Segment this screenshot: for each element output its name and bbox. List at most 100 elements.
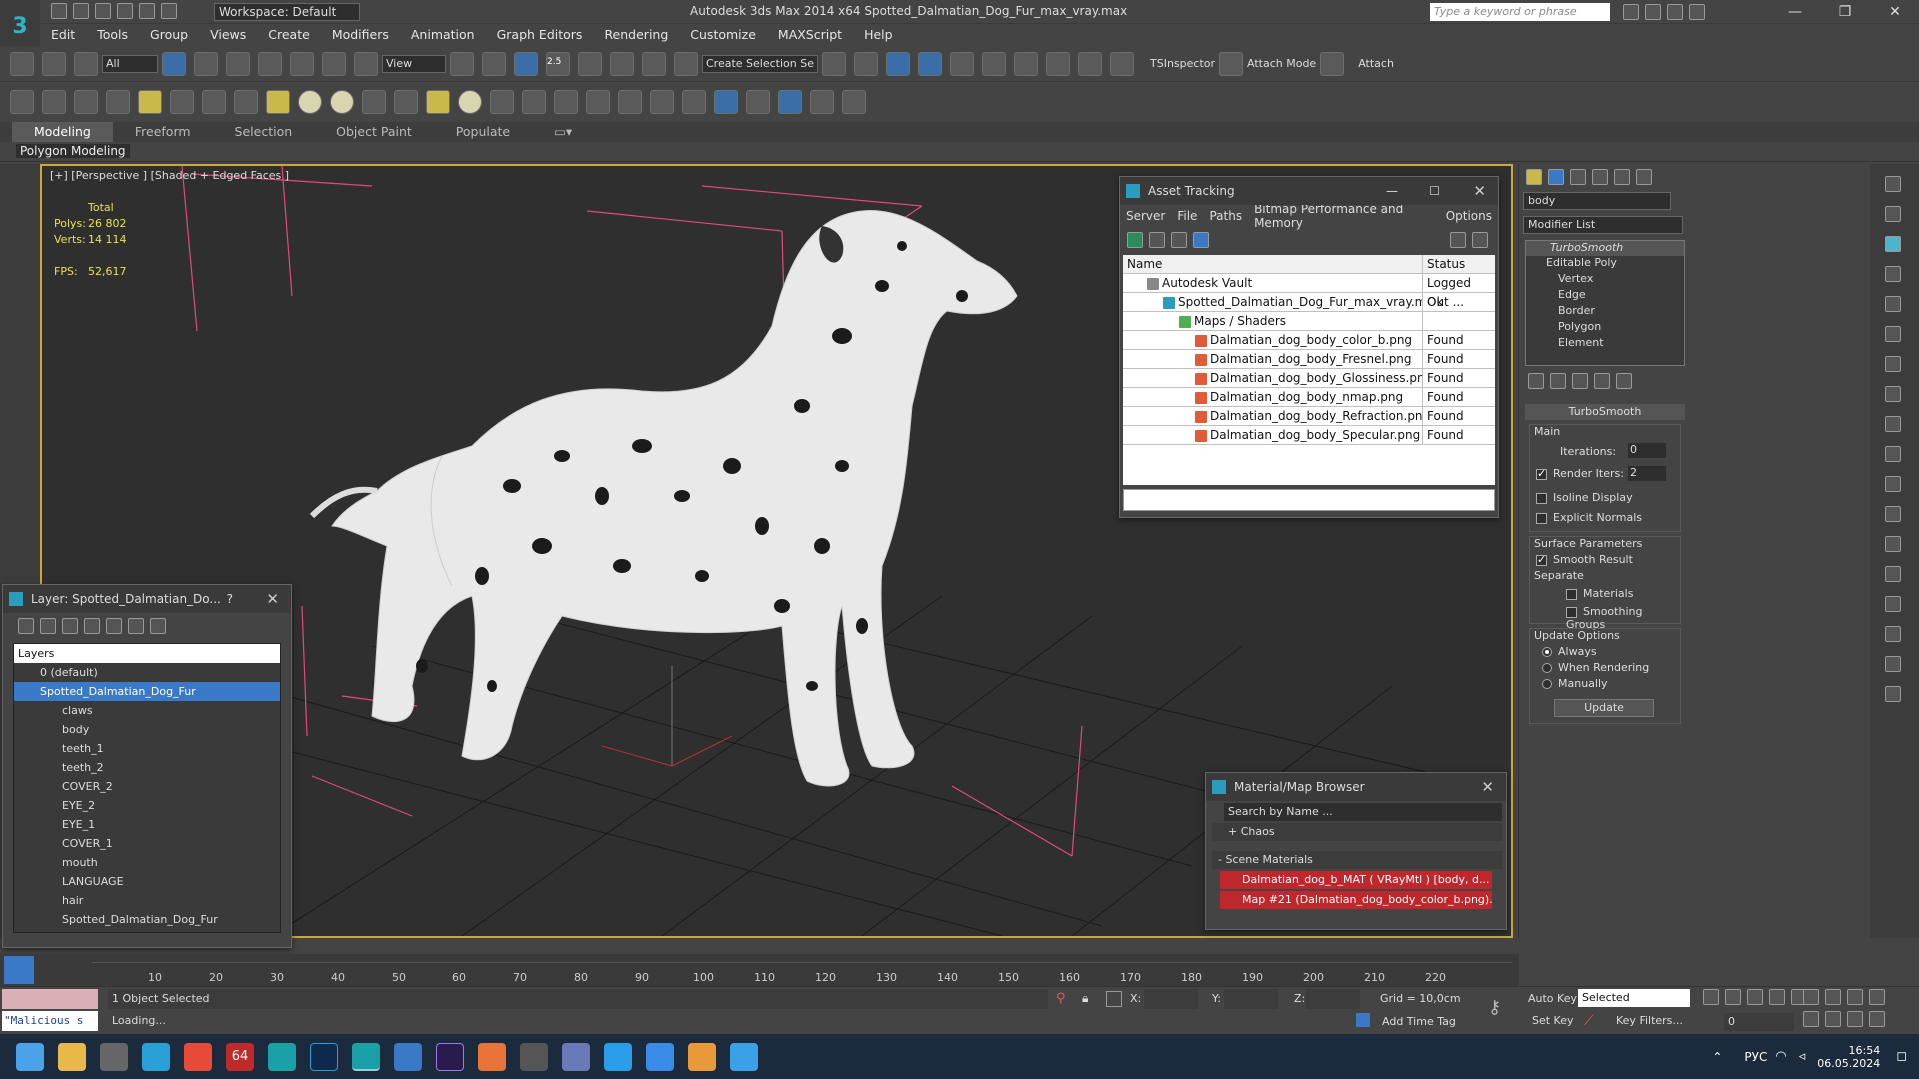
fov-icon[interactable]: [1803, 1011, 1819, 1027]
render-production-icon[interactable]: [1110, 51, 1134, 76]
menu-maxscript[interactable]: MAXScript: [767, 24, 853, 46]
photoshop-icon[interactable]: [310, 1042, 338, 1071]
tab-object-paint[interactable]: Object Paint: [314, 122, 434, 142]
app-64-icon[interactable]: 64: [226, 1042, 254, 1071]
sun-settings-icon[interactable]: [170, 90, 194, 114]
prev-frame-icon[interactable]: [1725, 989, 1741, 1005]
zoom-extents-all-icon[interactable]: [1869, 989, 1885, 1005]
undo-icon[interactable]: [117, 3, 133, 19]
y-coord-field[interactable]: [1224, 989, 1278, 1009]
hierarchy-tab-icon[interactable]: [1570, 169, 1586, 185]
asset-maximize-icon[interactable]: ☐: [1429, 177, 1440, 205]
3dsmax-icon[interactable]: [268, 1042, 296, 1071]
attach-mode-icon[interactable]: [1219, 51, 1244, 76]
asset-settings-icon[interactable]: [1472, 232, 1488, 248]
menu-graph-editors[interactable]: Graph Editors: [486, 24, 594, 46]
close-button[interactable]: ✕: [1875, 2, 1915, 22]
list-item[interactable]: teeth_2: [14, 758, 280, 777]
material-editor-icon[interactable]: [1014, 51, 1038, 76]
project-folder-icon[interactable]: [161, 3, 177, 19]
named-selection-dropdown[interactable]: Create Selection Se: [702, 54, 818, 73]
windows-start-icon[interactable]: [16, 1042, 44, 1071]
asset-menu-paths[interactable]: Paths: [1203, 209, 1248, 223]
camera-app-icon[interactable]: [730, 1042, 758, 1071]
ribbon-toggle-icon[interactable]: [918, 51, 942, 76]
zoom-extents-icon[interactable]: [1847, 989, 1863, 1005]
list-item[interactable]: Spotted_Dalmatian_Dog_Fur: [14, 682, 280, 701]
material-item[interactable]: Dalmatian_dog_b_MAT ( VRayMtl ) [body, d…: [1220, 871, 1492, 889]
show-end-result-icon[interactable]: [1550, 373, 1566, 389]
make-unique-icon[interactable]: [1572, 373, 1588, 389]
key-filters-button[interactable]: Key Filters...: [1616, 1014, 1683, 1027]
col-name[interactable]: Name: [1123, 255, 1423, 273]
select-layer-icon[interactable]: [84, 618, 100, 634]
list-item[interactable]: LANGUAGE: [14, 872, 280, 891]
grammarly-icon[interactable]: [478, 1042, 506, 1071]
maxscript-listener[interactable]: "Malicious s: [2, 1011, 98, 1031]
materials-checkbox[interactable]: [1566, 588, 1577, 600]
map-item[interactable]: Map #21 (Dalmatian_dog_body_color_b.png)…: [1220, 891, 1492, 909]
rotate-icon[interactable]: [322, 51, 346, 76]
key-icon[interactable]: [1645, 4, 1661, 20]
search-app-icon[interactable]: [520, 1042, 548, 1071]
sphere-geo-icon[interactable]: [586, 90, 610, 114]
list-item[interactable]: 0 (default): [14, 663, 280, 682]
snap-toggle-icon[interactable]: 2.5: [546, 51, 570, 76]
menu-group[interactable]: Group: [139, 24, 199, 46]
menu-customize[interactable]: Customize: [679, 24, 767, 46]
panel-icon[interactable]: [1885, 536, 1901, 552]
layer-explorer-icon[interactable]: [886, 51, 910, 76]
fur-icon[interactable]: [490, 90, 514, 114]
select-manipulate-icon[interactable]: [482, 51, 506, 76]
zoom-all-icon[interactable]: [1825, 989, 1841, 1005]
chrome-icon[interactable]: [184, 1042, 212, 1071]
table-row[interactable]: Dalmatian_dog_body_Fresnel.png Found: [1123, 350, 1495, 369]
camera-icon[interactable]: [1885, 176, 1901, 192]
wifi-icon[interactable]: ◠: [1775, 1049, 1786, 1064]
play-icon[interactable]: [1885, 566, 1901, 582]
modifier-list-dropdown[interactable]: Modifier List: [1523, 216, 1683, 234]
scene-converter-icon[interactable]: [746, 90, 770, 114]
turbosmooth-rollout-header[interactable]: TurboSmooth: [1525, 404, 1685, 420]
bulb-outline-icon[interactable]: [1885, 506, 1901, 522]
fx-icon[interactable]: [1885, 206, 1901, 222]
notification-icon[interactable]: ◻: [1896, 1049, 1907, 1064]
3dsmax-active-icon[interactable]: [352, 1042, 380, 1071]
new-layer-icon[interactable]: [18, 618, 34, 634]
workspace-dropdown[interactable]: Workspace: Default: [214, 3, 360, 21]
new-file-icon[interactable]: [51, 3, 67, 19]
layer-close-icon[interactable]: ✕: [266, 585, 279, 613]
redo-icon[interactable]: [139, 3, 155, 19]
schematic-view-icon[interactable]: [982, 51, 1006, 76]
notepad-icon[interactable]: [394, 1042, 422, 1071]
configure-sets-icon[interactable]: [1616, 373, 1632, 389]
plane-geo-icon[interactable]: [554, 90, 578, 114]
asset-menu-file[interactable]: File: [1171, 209, 1203, 223]
asset-minimize-icon[interactable]: —: [1386, 177, 1398, 205]
search-input[interactable]: Type a keyword or phrase: [1430, 3, 1610, 21]
material-search-input[interactable]: Search by Name ...: [1224, 803, 1502, 821]
timeline-track[interactable]: 10 20 30 40 50 60 70 80 90 100 110 120 1…: [92, 962, 1512, 984]
link-icon[interactable]: [10, 51, 34, 76]
curve-editor-icon[interactable]: [950, 51, 974, 76]
iterations-spinner[interactable]: 0: [1628, 443, 1666, 458]
asset-close-icon[interactable]: ✕: [1473, 177, 1486, 205]
stack-vertex[interactable]: Vertex: [1526, 272, 1684, 288]
always-radio[interactable]: [1542, 647, 1552, 657]
book-icon[interactable]: [1885, 356, 1901, 372]
window-crossing-icon[interactable]: [258, 51, 282, 76]
utilities-tab-icon[interactable]: [1636, 169, 1652, 185]
select-object-icon[interactable]: [162, 51, 186, 76]
always-row[interactable]: Always: [1542, 645, 1597, 658]
menu-views[interactable]: Views: [199, 24, 257, 46]
time-slider-handle[interactable]: [4, 956, 34, 984]
add-to-layer-icon[interactable]: [62, 618, 78, 634]
menu-rendering[interactable]: Rendering: [593, 24, 679, 46]
set-key-button[interactable]: Set Key: [1532, 1014, 1574, 1027]
delete-layer-icon[interactable]: [40, 618, 56, 634]
vray-help-icon[interactable]: [842, 90, 866, 114]
timeline[interactable]: 10 20 30 40 50 60 70 80 90 100 110 120 1…: [0, 954, 1519, 986]
explicit-normals-checkbox[interactable]: [1536, 512, 1547, 524]
light-lister-icon[interactable]: [138, 90, 162, 114]
time-tag-icon[interactable]: [1356, 1013, 1370, 1027]
